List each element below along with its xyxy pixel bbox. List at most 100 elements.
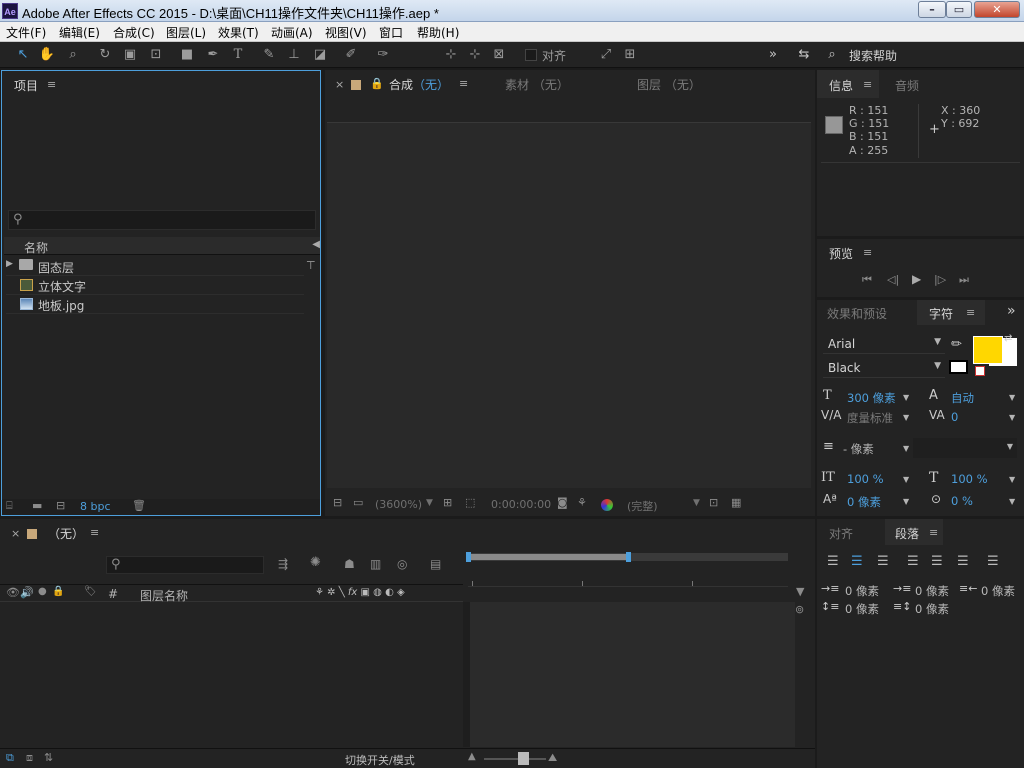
black-white-swatch[interactable] bbox=[949, 360, 968, 374]
eyedropper-icon[interactable]: ✏ bbox=[951, 337, 962, 352]
list-item[interactable]: 立体文字 bbox=[6, 276, 304, 295]
lock-icon[interactable]: 🔒 bbox=[52, 586, 64, 597]
puppet-pin-tool-icon[interactable]: ✑ bbox=[374, 46, 392, 64]
tab-layer[interactable]: 图层 （无） bbox=[637, 76, 701, 93]
column-layer-name[interactable]: 图层名称 bbox=[140, 587, 188, 604]
current-time-display[interactable]: 0:00:00:00 bbox=[491, 498, 551, 511]
layer-switches-icons[interactable]: ⚘ ✲ ╲ fx ▣ ◍ ◐ ◈ bbox=[315, 587, 405, 598]
rectangle-tool-icon[interactable]: ■ bbox=[178, 46, 196, 64]
resolution-dropdown[interactable]: (完整) bbox=[627, 498, 658, 514]
chevron-down-icon[interactable]: ▼ bbox=[1009, 497, 1015, 506]
space-after-value[interactable]: 0 像素 bbox=[915, 601, 949, 617]
expand-workspace-icon[interactable]: » bbox=[764, 46, 782, 64]
composition-menu-icon[interactable]: ≡ bbox=[459, 77, 468, 90]
vertical-scale-value[interactable]: 100 % bbox=[847, 472, 884, 486]
menu-animation[interactable]: 动画(A) bbox=[271, 24, 313, 41]
pan-behind-tool-icon[interactable]: ⊡ bbox=[147, 46, 165, 64]
time-ruler[interactable] bbox=[468, 581, 788, 587]
chevron-down-icon[interactable]: ▼ bbox=[1009, 413, 1015, 422]
view-axis-icon[interactable]: ⊠ bbox=[490, 46, 508, 64]
menu-file[interactable]: 文件(F) bbox=[6, 24, 46, 41]
toggle-switches-modes-button[interactable]: 切换开关/模式 bbox=[345, 752, 415, 768]
flowchart-icon[interactable]: ⊤ bbox=[306, 259, 316, 272]
snap-options-icon[interactable]: ⤢ bbox=[597, 46, 615, 64]
zoom-slider-track[interactable] bbox=[484, 758, 546, 760]
tracking-value[interactable]: 0 bbox=[951, 410, 958, 424]
eraser-tool-icon[interactable]: ◪ bbox=[311, 46, 329, 64]
timeline-track-area[interactable] bbox=[470, 602, 795, 747]
transfer-controls-icon[interactable]: ⧈ bbox=[26, 751, 33, 765]
align-right-icon[interactable]: ☰ bbox=[877, 554, 889, 569]
justify-last-right-icon[interactable]: ☰ bbox=[957, 554, 969, 569]
font-style-dropdown[interactable]: Black ▼ bbox=[823, 358, 945, 378]
tab-info[interactable]: 信息 bbox=[829, 77, 853, 94]
column-name-label[interactable]: 名称 bbox=[24, 239, 48, 256]
eye-icon[interactable]: 👁 bbox=[6, 586, 20, 599]
magnification-dropdown[interactable]: (3600%) bbox=[375, 498, 422, 511]
search-help-input[interactable]: 搜索帮助 bbox=[849, 47, 897, 64]
work-area-track[interactable] bbox=[466, 552, 788, 562]
composition-mini-flowchart-icon[interactable]: ⇶ bbox=[278, 557, 288, 571]
hand-tool-icon[interactable]: ✋ bbox=[38, 46, 56, 64]
menu-edit[interactable]: 编辑(E) bbox=[59, 24, 100, 41]
brush-tool-icon[interactable]: ✎ bbox=[260, 46, 278, 64]
close-tab-icon[interactable]: × bbox=[335, 78, 344, 91]
graph-editor-icon[interactable]: ▤ bbox=[430, 557, 441, 571]
list-item[interactable]: 地板.jpg bbox=[6, 295, 304, 314]
maximize-button[interactable]: ▭ bbox=[946, 1, 972, 18]
shy-layers-icon[interactable]: ☗ bbox=[344, 557, 355, 571]
chevron-down-icon[interactable]: ▼ bbox=[693, 498, 700, 508]
first-frame-icon[interactable]: ⏮ bbox=[862, 273, 872, 287]
frame-blending-icon[interactable]: ▥ bbox=[370, 557, 381, 571]
previous-frame-icon[interactable]: ◁| bbox=[887, 273, 899, 286]
indent-right-value[interactable]: 0 像素 bbox=[981, 583, 1015, 599]
zoom-tool-icon[interactable]: ⌕ bbox=[64, 46, 82, 64]
stroke-width-value[interactable]: - 像素 bbox=[843, 441, 874, 457]
kerning-value[interactable]: 度量标准 bbox=[847, 410, 893, 426]
chevron-down-icon[interactable]: ▼ bbox=[1009, 475, 1015, 484]
tab-audio[interactable]: 音频 bbox=[895, 77, 919, 94]
preview-menu-icon[interactable]: ≡ bbox=[863, 246, 872, 259]
always-preview-icon[interactable]: ⊟ bbox=[333, 496, 342, 509]
tab-character[interactable]: 字符 bbox=[929, 305, 953, 322]
tab-footage[interactable]: 素材 （无） bbox=[505, 76, 569, 93]
timeline-tab-title[interactable]: （无） bbox=[48, 525, 84, 542]
work-area-end-handle[interactable] bbox=[626, 552, 631, 562]
camera-tool-icon[interactable]: ▣ bbox=[121, 46, 139, 64]
solo-icon[interactable]: ● bbox=[38, 586, 47, 597]
chevron-down-icon[interactable]: ▼ bbox=[903, 475, 909, 484]
justify-last-left-icon[interactable]: ☰ bbox=[907, 554, 919, 569]
justify-all-icon[interactable]: ☰ bbox=[987, 554, 999, 569]
draft-3d-icon[interactable]: ✺ bbox=[310, 555, 321, 570]
pen-tool-icon[interactable]: ✒ bbox=[204, 46, 222, 64]
region-of-interest-icon[interactable]: ⊡ bbox=[709, 496, 718, 509]
menu-window[interactable]: 窗口 bbox=[379, 24, 403, 41]
info-menu-icon[interactable]: ≡ bbox=[863, 78, 872, 91]
label-color-swatch[interactable] bbox=[27, 529, 37, 539]
no-fill-icon[interactable] bbox=[975, 366, 985, 376]
audio-icon[interactable]: 🔊 bbox=[20, 586, 34, 599]
transparency-grid-icon[interactable]: ▦ bbox=[731, 496, 741, 509]
composition-viewer[interactable] bbox=[327, 122, 811, 488]
close-window-button[interactable]: ✕ bbox=[974, 1, 1020, 18]
rotate-tool-icon[interactable]: ↻ bbox=[96, 46, 114, 64]
mask-visibility-icon[interactable]: ⬚ bbox=[465, 496, 475, 509]
timeline-menu-icon[interactable]: ≡ bbox=[90, 526, 99, 539]
minimize-button[interactable]: – bbox=[918, 1, 946, 18]
lock-icon[interactable]: 🔒 bbox=[370, 77, 384, 90]
chevron-down-icon[interactable]: ▼ bbox=[903, 413, 909, 422]
work-area-start-handle[interactable] bbox=[466, 552, 471, 562]
comp-flowchart-icon[interactable]: ⊚ bbox=[795, 603, 804, 616]
menu-effect[interactable]: 效果(T) bbox=[218, 24, 259, 41]
swap-colors-icon[interactable]: ⇄ bbox=[1004, 333, 1012, 344]
workspace-switcher-icon[interactable]: ⇆ bbox=[793, 46, 815, 64]
splitter[interactable] bbox=[463, 602, 470, 747]
tsume-value[interactable]: 0 % bbox=[951, 494, 973, 508]
chevron-down-icon[interactable]: ▼ bbox=[903, 393, 909, 402]
tab-align[interactable]: 对齐 bbox=[829, 525, 853, 542]
label-color-swatch[interactable] bbox=[351, 80, 361, 90]
clone-stamp-tool-icon[interactable]: ⊥ bbox=[285, 46, 303, 64]
world-axis-icon[interactable]: ⊹ bbox=[466, 46, 484, 64]
chevron-down-icon[interactable]: ▼ bbox=[903, 444, 909, 453]
last-frame-icon[interactable]: ⏭ bbox=[959, 273, 969, 287]
